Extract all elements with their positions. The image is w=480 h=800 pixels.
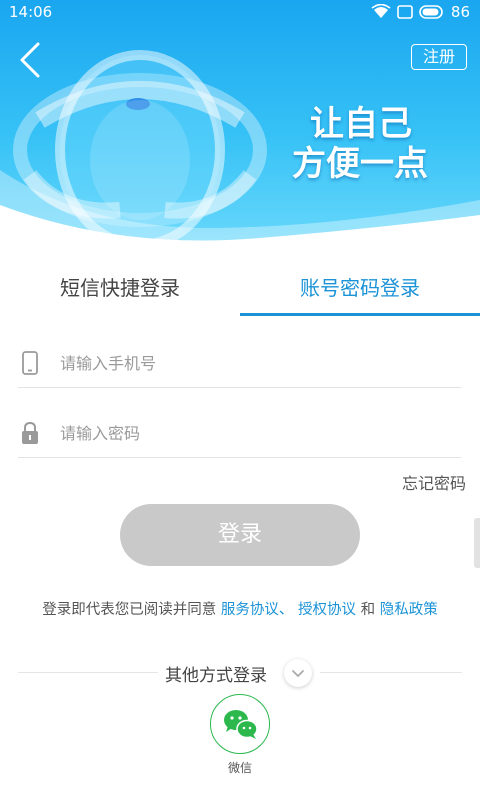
wifi-icon: [371, 4, 391, 18]
divider-left: [18, 672, 158, 673]
lock-icon: [22, 421, 38, 444]
tab-sms-login[interactable]: 短信快捷登录: [0, 262, 240, 318]
password-input[interactable]: [60, 418, 450, 448]
battery-level: 86: [450, 3, 470, 21]
status-time: 14:06: [9, 3, 53, 21]
back-button[interactable]: [14, 40, 50, 80]
wechat-login-button[interactable]: [210, 694, 270, 754]
agreement-text: 登录即代表您已阅读并同意 服务协议、 授权协议 和 隐私政策: [0, 598, 480, 619]
status-bar: 14:06 86: [0, 0, 480, 26]
expand-other-login-button[interactable]: [284, 659, 312, 687]
phone-field: [18, 338, 461, 388]
slogan: 让自己 方便一点: [292, 104, 462, 184]
wechat-icon: [224, 710, 258, 739]
forgot-password-link[interactable]: 忘记密码: [402, 470, 466, 494]
slogan-line-2: 方便一点: [292, 144, 428, 184]
tab-account-login[interactable]: 账号密码登录: [240, 262, 480, 318]
agreement-and: 和: [360, 602, 376, 618]
chevron-down-icon: [292, 670, 304, 678]
phone-input[interactable]: [60, 348, 450, 378]
active-tab-indicator: [240, 313, 480, 316]
divider-right: [320, 672, 462, 673]
agreement-prefix: 登录即代表您已阅读并同意: [42, 602, 217, 618]
chevron-left-icon: [20, 42, 40, 78]
wechat-label: 微信: [227, 761, 252, 775]
login-tabs: 短信快捷登录 账号密码登录: [0, 262, 480, 318]
authorization-agreement-link[interactable]: 授权协议: [298, 602, 356, 618]
side-drawer-handle[interactable]: [474, 518, 480, 568]
password-field: [18, 408, 461, 458]
login-button[interactable]: 登录: [120, 504, 360, 566]
privacy-policy-link[interactable]: 隐私政策: [380, 602, 438, 618]
slogan-line-1: 让自己: [310, 104, 412, 144]
battery-icon: [419, 5, 443, 19]
register-button[interactable]: 注册: [411, 44, 467, 70]
phone-icon: [22, 351, 38, 375]
service-agreement-link[interactable]: 服务协议、: [221, 602, 294, 618]
hero-banner: 14:06 86 注册 让自己 方便一点: [0, 0, 480, 250]
screen-icon: [397, 5, 413, 19]
other-login-label: 其他方式登录: [165, 666, 267, 686]
